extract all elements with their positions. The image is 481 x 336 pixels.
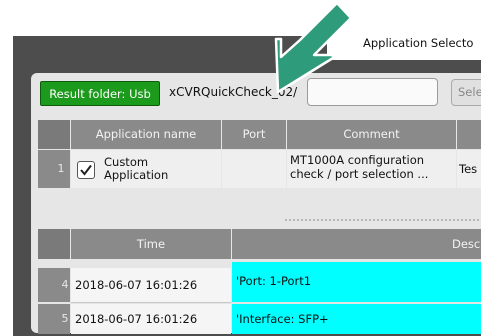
log-header-description-label: Desc [452, 237, 481, 251]
comment-line1: MT1000A configuration [290, 153, 425, 167]
log-row-index: 5 [38, 304, 70, 334]
log-row-index: 4 [38, 268, 70, 302]
log-row-time[interactable]: 2018-06-07 16:01:26 [71, 304, 231, 334]
row-divider [71, 302, 231, 303]
log-row-description[interactable]: 'Interface: SFP+ [232, 304, 481, 334]
result-folder-button[interactable]: Result folder: Usb [40, 81, 160, 106]
app-name-line2: Application [104, 168, 169, 182]
path-input[interactable] [307, 78, 438, 106]
log-header-index [38, 229, 70, 259]
select-button[interactable]: Sele [451, 79, 481, 106]
log-row-time[interactable]: 2018-06-07 16:01:26 [71, 268, 231, 302]
log-header-time[interactable]: Time [71, 229, 231, 259]
apps-header-extra[interactable] [457, 120, 481, 149]
apps-header-index [38, 120, 70, 149]
log-row-description-text: 'Interface: SFP+ [236, 312, 329, 326]
apps-header-port[interactable]: Port [222, 120, 286, 149]
app-name-line1: Custom [104, 155, 149, 169]
log-header-description[interactable]: Desc [232, 229, 481, 259]
comment-line2: check / port selection ... [290, 167, 429, 181]
tab-application-selector[interactable]: Application Selecto [327, 24, 481, 60]
checkmark-icon [80, 164, 92, 176]
tab-label: Application Selecto [363, 36, 474, 50]
apps-row-port-cell[interactable] [222, 150, 286, 188]
apps-row-index: 1 [38, 150, 70, 188]
log-row-description[interactable]: 'Port: 1-Port1 [232, 262, 481, 302]
app-select-checkbox[interactable] [77, 161, 95, 179]
result-path-text: xCVRQuickCheck_02/ [169, 85, 298, 99]
apps-row-comment-cell[interactable]: MT1000A configuration check / port selec… [287, 150, 456, 188]
splitter-handle[interactable] [285, 219, 481, 223]
log-row-description-text: 'Port: 1-Port1 [236, 274, 312, 288]
apps-header-comment[interactable]: Comment [287, 120, 456, 149]
apps-row-extra-cell[interactable]: Tes [457, 150, 481, 188]
apps-header-name[interactable]: Application name [71, 120, 221, 149]
